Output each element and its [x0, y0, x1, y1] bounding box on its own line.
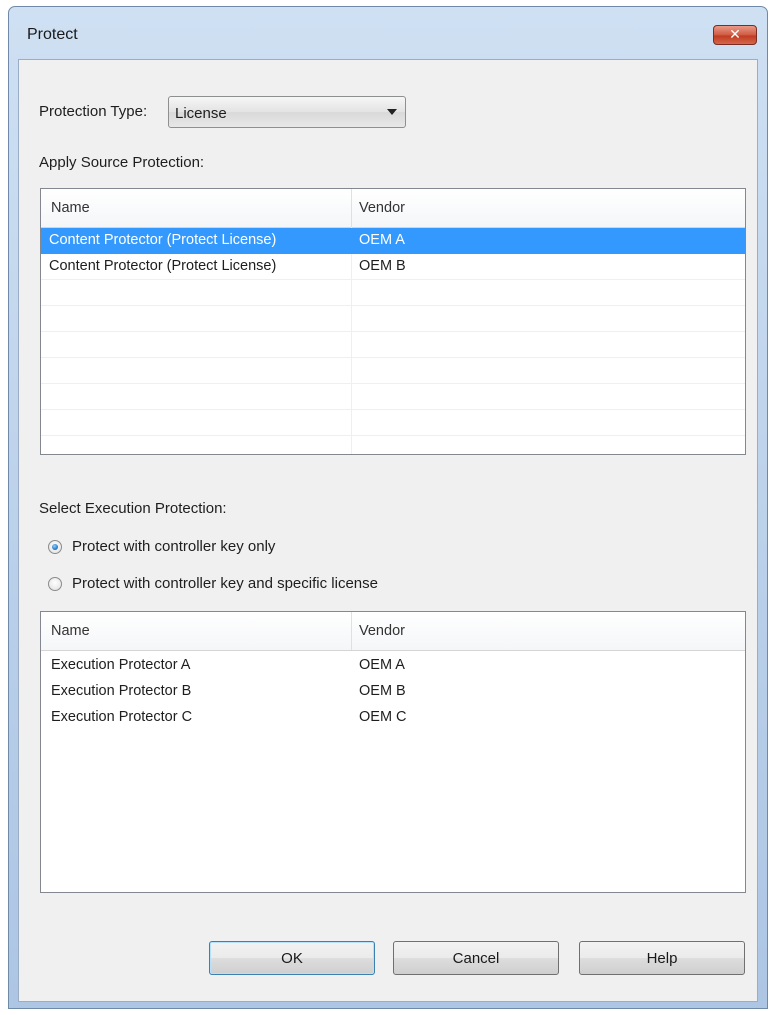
execution-protection-label: Select Execution Protection: [39, 500, 227, 517]
list-item[interactable]: Execution Protector B OEM B [41, 679, 745, 705]
protection-type-label: Protection Type: [39, 103, 148, 120]
item-vendor: OEM B [359, 258, 406, 274]
help-button[interactable]: Help [579, 941, 745, 975]
empty-row [41, 384, 745, 410]
close-icon: ✕ [729, 26, 741, 42]
dialog-body: Protection Type: License Apply Source Pr… [18, 59, 758, 1002]
empty-row [41, 332, 745, 358]
empty-row [41, 306, 745, 332]
protect-dialog: Protect ✕ Protection Type: License Apply… [8, 6, 768, 1009]
item-name: Execution Protector A [51, 657, 191, 673]
protection-type-value: License [175, 105, 227, 122]
chevron-down-icon [387, 109, 397, 115]
column-divider[interactable] [351, 612, 352, 650]
item-vendor: OEM C [359, 709, 407, 725]
column-header-vendor[interactable]: Vendor [359, 200, 405, 216]
source-protection-label: Apply Source Protection: [39, 154, 205, 171]
radio-label: Protect with controller key only [72, 538, 276, 555]
empty-row [41, 410, 745, 436]
empty-row [41, 358, 745, 384]
item-vendor: OEM B [359, 683, 406, 699]
execution-protection-list[interactable]: Name Vendor Execution Protector A OEM A … [40, 611, 746, 893]
source-list-header: Name Vendor [41, 189, 745, 228]
column-header-name[interactable]: Name [51, 623, 90, 639]
item-vendor: OEM A [359, 657, 405, 673]
list-item[interactable]: Content Protector (Protect License) OEM … [41, 254, 745, 280]
radio-button[interactable] [48, 577, 62, 591]
item-name: Execution Protector B [51, 683, 192, 699]
title-bar[interactable]: Protect ✕ [9, 7, 767, 57]
item-name: Content Protector (Protect License) [49, 232, 277, 248]
empty-row [41, 280, 745, 306]
item-name: Execution Protector C [51, 709, 193, 725]
column-header-vendor[interactable]: Vendor [359, 623, 405, 639]
item-vendor: OEM A [359, 232, 405, 248]
protection-type-dropdown[interactable]: License [168, 96, 406, 128]
list-item[interactable]: Execution Protector C OEM C [41, 705, 745, 731]
list-item[interactable]: Execution Protector A OEM A [41, 653, 745, 679]
item-name: Content Protector (Protect License) [49, 258, 277, 274]
radio-selected-dot [52, 544, 58, 550]
list-item[interactable]: Content Protector (Protect License) OEM … [41, 228, 745, 254]
close-button[interactable]: ✕ [713, 25, 757, 45]
radio-button[interactable] [48, 540, 62, 554]
window-title: Protect [27, 26, 78, 43]
source-protection-list[interactable]: Name Vendor Content Protector (Protect L… [40, 188, 746, 455]
radio-label: Protect with controller key and specific… [72, 575, 378, 592]
cancel-button[interactable]: Cancel [393, 941, 559, 975]
column-header-name[interactable]: Name [51, 200, 90, 216]
execution-list-header: Name Vendor [41, 612, 745, 651]
ok-button[interactable]: OK [209, 941, 375, 975]
column-divider[interactable] [351, 189, 352, 227]
